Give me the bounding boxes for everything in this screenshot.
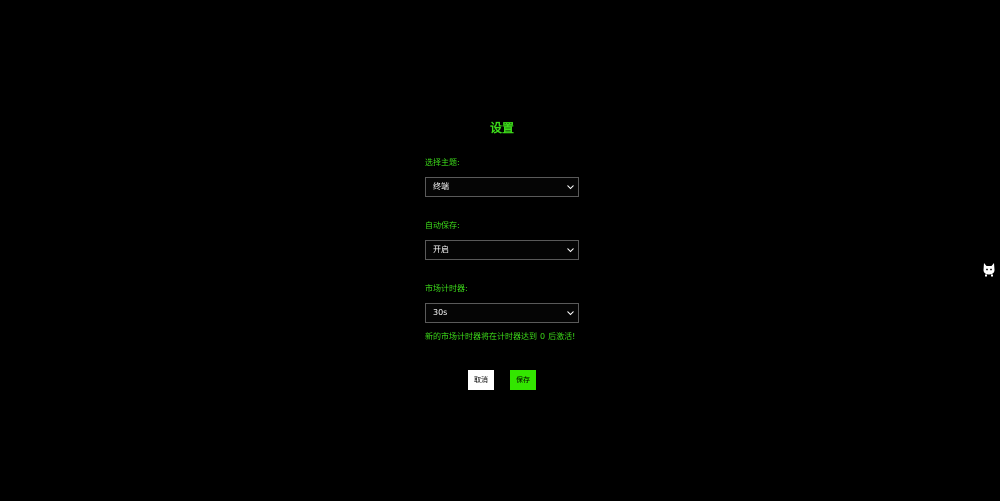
theme-label: 选择主题: xyxy=(425,158,460,167)
autosave-select[interactable]: 开启 xyxy=(425,240,579,260)
theme-select-value: 终端 xyxy=(433,182,449,191)
page-title: 设置 xyxy=(489,121,514,135)
save-button[interactable]: 保存 xyxy=(510,370,536,390)
market-timer-hint: 新的市场计时器将在计时器达到 0 后激活! xyxy=(425,332,575,342)
cat-mascot-icon xyxy=(983,263,995,277)
market-timer-select[interactable]: 30s xyxy=(425,303,579,323)
hint-number: 0 xyxy=(540,332,546,341)
settings-panel: 设置 选择主题: 终端 自动保存: 开启 市场计时器: 30s 新的市场计时器将… xyxy=(425,118,579,390)
side-widget-button[interactable] xyxy=(982,261,996,277)
hint-prefix: 新的市场计时器将在计时器达到 xyxy=(425,332,537,341)
chevron-down-icon xyxy=(567,185,574,190)
autosave-select-value: 开启 xyxy=(433,245,449,254)
theme-select[interactable]: 终端 xyxy=(425,177,579,197)
chevron-down-icon xyxy=(567,248,574,253)
settings-page: 设置 选择主题: 终端 自动保存: 开启 市场计时器: 30s 新的市场计时器将… xyxy=(0,0,1000,501)
hint-suffix: 后激活! xyxy=(548,332,576,341)
market-timer-select-value: 30s xyxy=(433,308,448,317)
cancel-button[interactable]: 取消 xyxy=(468,370,494,390)
autosave-label: 自动保存: xyxy=(425,221,460,230)
chevron-down-icon xyxy=(567,311,574,316)
market-timer-label: 市场计时器: xyxy=(425,284,468,293)
